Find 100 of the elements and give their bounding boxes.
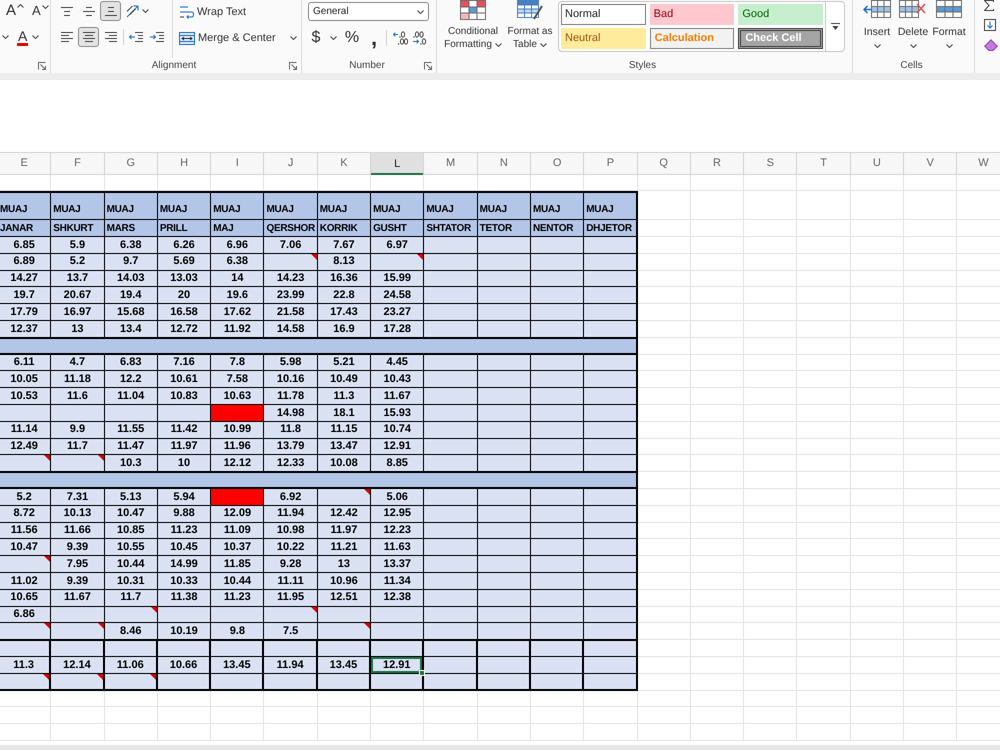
empty-cell	[904, 640, 958, 657]
empty-cell	[690, 371, 744, 388]
table-cell	[584, 656, 638, 674]
table-cell: 17.79	[0, 304, 52, 321]
dialog-launcher-icon[interactable]	[424, 62, 432, 70]
table-cell: 11.97	[318, 522, 372, 540]
empty-cell	[850, 572, 904, 590]
cell-style-option[interactable]: Normal	[561, 4, 646, 25]
decrease-indent-icon	[129, 32, 143, 42]
table-cell	[530, 320, 584, 338]
delete-button[interactable]: Delete	[895, 0, 931, 58]
merge-center-button[interactable]: Merge & Center	[177, 28, 278, 48]
table-cell: 7.67	[318, 237, 372, 254]
table-cell: 10.08	[318, 455, 372, 472]
number-format-dropdown[interactable]: General	[308, 2, 429, 21]
table-cell: 5.06	[371, 488, 424, 506]
empty-cell	[850, 522, 904, 540]
format-button[interactable]: Format	[931, 0, 967, 58]
caret-down-icon	[910, 44, 916, 48]
empty-cell	[850, 590, 904, 607]
empty-cell	[690, 522, 744, 540]
table-cell	[584, 606, 638, 624]
table-cell: 11.23	[158, 522, 212, 540]
table-cell	[584, 254, 638, 271]
table-cell	[530, 354, 584, 372]
table-cell	[584, 522, 638, 540]
empty-cell	[690, 656, 744, 674]
table-cell: 10.37	[211, 539, 264, 556]
align-right-icon	[104, 32, 116, 42]
cell-style-option[interactable]: Good	[738, 4, 823, 25]
group-label: Cells	[900, 59, 923, 73]
table-cell	[424, 539, 478, 556]
table-cell: 11.23	[211, 590, 264, 607]
caret-down-icon	[2, 35, 9, 39]
table-cell: 11.96	[211, 438, 264, 456]
eraser-icon[interactable]	[984, 39, 998, 51]
dialog-launcher-icon[interactable]	[289, 62, 297, 70]
wrap-text-button[interactable]: Wrap Text	[177, 2, 299, 22]
header-cell: MAJ	[211, 220, 264, 237]
table-cell: 10.61	[158, 371, 212, 388]
column-header[interactable]: L	[371, 153, 424, 175]
fill-handle[interactable]	[419, 670, 426, 676]
table-cell: 8.13	[318, 254, 372, 271]
table-cell	[530, 539, 584, 556]
table-cell: 12.23	[371, 522, 424, 540]
insert-button[interactable]: Insert	[859, 0, 895, 58]
empty-cell	[904, 506, 958, 523]
table-cell: 11.11	[264, 572, 318, 590]
empty-cell	[690, 404, 744, 422]
table-cell: 12.49	[0, 438, 52, 456]
align-center-button[interactable]	[78, 27, 99, 47]
table-cell	[530, 674, 584, 691]
dialog-launcher-icon[interactable]	[38, 62, 46, 70]
empty-cell	[797, 556, 851, 573]
table-cell	[478, 404, 531, 422]
empty-cell	[797, 488, 851, 506]
table-cell: 23.99	[264, 287, 318, 304]
comma-style-button[interactable]: ,	[366, 28, 382, 48]
table-cell: 10.99	[211, 422, 264, 439]
sigma-icon[interactable]	[984, 0, 994, 11]
table-cell	[478, 590, 531, 607]
empty-cell	[744, 270, 798, 288]
empty-cell	[690, 472, 744, 489]
diagonal-arrow-icon	[126, 4, 138, 18]
empty-cell	[850, 254, 904, 271]
table-cell: 12.2	[104, 371, 158, 388]
currency-button[interactable]: $	[308, 28, 324, 48]
empty-cell	[744, 191, 798, 220]
table-cell: 10.65	[0, 590, 52, 607]
caret-down-icon	[32, 35, 40, 39]
empty-cell	[797, 455, 851, 472]
empty-cell	[690, 254, 744, 271]
table-cell	[584, 422, 638, 439]
grow-font-button[interactable]: A	[6, 2, 24, 20]
header-cell: MUAJ	[264, 191, 318, 220]
empty-cell	[850, 338, 904, 355]
table-cell	[424, 674, 478, 691]
empty-cell	[744, 506, 798, 523]
cell-style-option[interactable]: Neutral	[561, 28, 646, 49]
percent-button[interactable]: %	[342, 28, 362, 48]
format-as-table-button[interactable]: Format as Table	[505, 0, 555, 58]
conditional-formatting-button[interactable]: Conditional Formatting	[443, 0, 503, 58]
group-label: Styles	[628, 59, 656, 73]
empty-cell	[744, 371, 798, 388]
empty-cell	[850, 606, 904, 624]
table-cell: 9.7	[104, 254, 158, 271]
table-cell: 11.47	[104, 438, 158, 456]
box-arrow-down-icon[interactable]	[984, 19, 996, 31]
table-cell	[530, 237, 584, 254]
font-color-button[interactable]: A	[17, 28, 40, 46]
caret-down-icon	[290, 36, 297, 40]
empty-cell	[744, 320, 798, 338]
empty-cell	[744, 539, 798, 556]
cell-style-option[interactable]: Bad	[650, 4, 734, 25]
shrink-font-button[interactable]: A	[32, 2, 49, 20]
table-cell: 10.44	[211, 572, 264, 590]
empty-cell	[904, 371, 958, 388]
empty-cell	[904, 388, 958, 405]
align-bottom-button[interactable]	[100, 1, 121, 21]
table-cell: 6.92	[264, 488, 318, 506]
